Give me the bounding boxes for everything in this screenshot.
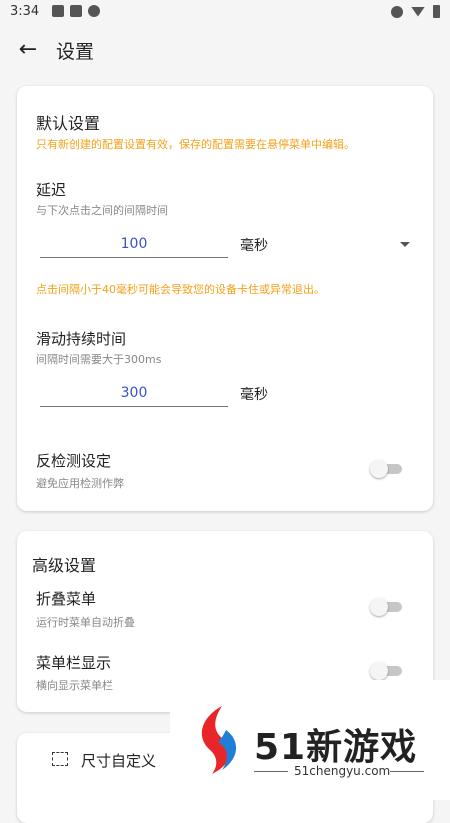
status-bar: 3:34 [0, 0, 450, 24]
watermark-brand: 51新游戏 [254, 727, 418, 768]
anti-detect-description: 避免应用检测作弊 [36, 477, 124, 490]
dropdown-caret-icon[interactable] [400, 242, 410, 247]
battery-icon [433, 5, 440, 18]
swipe-duration-input[interactable]: 300 [40, 380, 228, 407]
delay-warning: 点击间隔小于40毫秒可能会导致您的设备卡住或异常退出。 [36, 283, 325, 296]
watermark-line-left [254, 771, 288, 772]
system-icons [391, 5, 440, 18]
watermark: 51新游戏 51chengyu.com [170, 680, 450, 800]
fold-menu-description: 运行时菜单自动折叠 [36, 616, 135, 629]
text-notification-icon [70, 5, 82, 17]
notification-icons [52, 5, 100, 17]
image-notification-icon [52, 5, 64, 17]
delay-unit-select[interactable]: 毫秒 [240, 235, 268, 255]
menubar-display-label: 菜单栏显示 [36, 654, 112, 672]
delay-label: 延迟 [36, 181, 67, 199]
anti-detect-toggle[interactable] [370, 459, 404, 479]
mute-icon [391, 5, 403, 18]
wifi-icon [411, 6, 425, 17]
menubar-display-toggle[interactable] [370, 661, 404, 681]
brand-logo-icon [201, 706, 237, 774]
settings-notification-icon [88, 5, 100, 17]
default-settings-heading: 默认设置 [36, 114, 101, 133]
menubar-display-description: 横向显示菜单栏 [36, 679, 113, 692]
size-custom-label: 尺寸自定义 [81, 752, 157, 770]
swipe-duration-label: 滑动持续时间 [36, 330, 127, 348]
delay-description: 与下次点击之间的间隔时间 [36, 204, 168, 217]
page-title: 设置 [56, 41, 95, 63]
status-time: 3:34 [10, 4, 40, 19]
watermark-line-right [390, 771, 424, 772]
swipe-duration-unit: 毫秒 [240, 387, 268, 403]
back-arrow-icon[interactable]: ← [14, 36, 42, 64]
anti-detect-label: 反检测设定 [36, 452, 112, 470]
fold-menu-toggle[interactable] [370, 597, 404, 617]
default-settings-card: 默认设置 只有新创建的配置设置有效，保存的配置需要在悬停菜单中编辑。 延迟 与下… [17, 86, 433, 511]
swipe-duration-description: 间隔时间需要大于300ms [36, 353, 162, 366]
app-bar: ← 设置 [0, 24, 450, 76]
crop-icon [52, 752, 68, 766]
advanced-settings-heading: 高级设置 [32, 556, 97, 575]
watermark-url: 51chengyu.com [294, 764, 391, 778]
fold-menu-label: 折叠菜单 [36, 590, 97, 608]
default-settings-note: 只有新创建的配置设置有效，保存的配置需要在悬停菜单中编辑。 [36, 138, 355, 151]
delay-input[interactable]: 100 [40, 231, 228, 258]
